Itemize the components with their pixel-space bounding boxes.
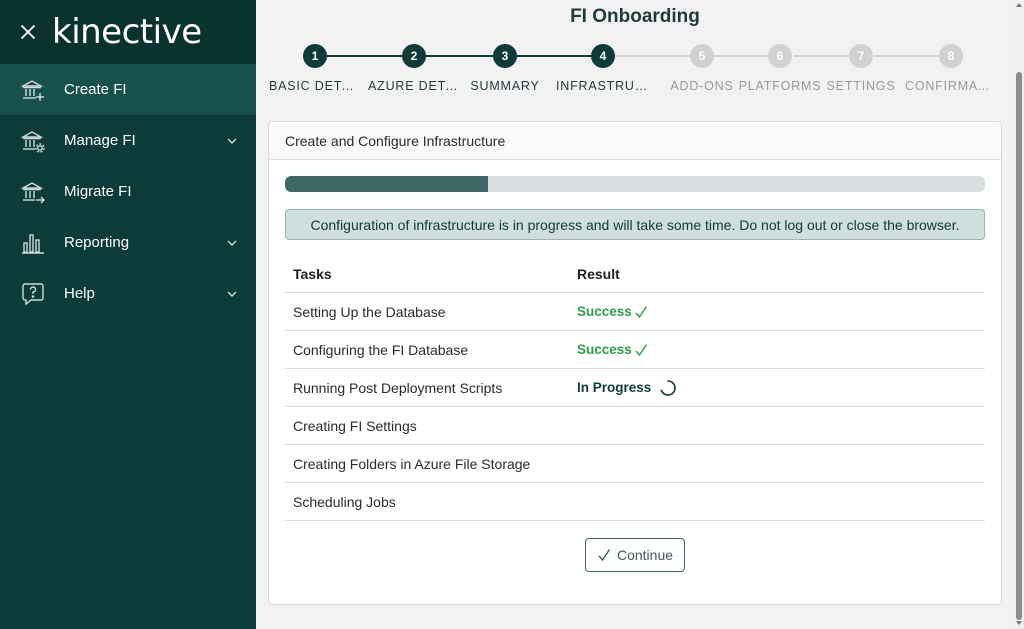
- spinner-icon: [659, 379, 677, 397]
- step-label: SUMMARY: [470, 79, 540, 93]
- step-azure-details[interactable]: 2 AZURE DETAILS: [368, 44, 460, 93]
- chevron-down-icon[interactable]: [226, 287, 238, 299]
- info-alert: Configuration of infrastructure is in pr…: [285, 209, 985, 240]
- progress-bar: [285, 176, 985, 192]
- task-name: Scheduling Jobs: [293, 493, 396, 510]
- step-label: AZURE DETAILS: [368, 79, 460, 93]
- step-connector: [614, 55, 702, 57]
- sidebar-item-label: Help: [64, 285, 95, 302]
- step-summary[interactable]: 3 SUMMARY: [459, 44, 551, 93]
- step-add-ons[interactable]: 5 ADD-ONS: [656, 44, 748, 93]
- main-content: FI Onboarding 1 BASIC DETAILS 2 AZURE DE…: [256, 0, 1014, 629]
- sidebar-item-manage-fi[interactable]: Manage FI: [0, 115, 256, 166]
- table-row: Scheduling Jobs: [285, 483, 985, 521]
- step-number: 2: [402, 44, 426, 68]
- step-number: 4: [591, 44, 615, 68]
- result-text: Success: [577, 342, 632, 357]
- step-number: 5: [690, 44, 714, 68]
- onboarding-stepper: 1 BASIC DETAILS 2 AZURE DETAILS 3 SUMMAR…: [256, 44, 1014, 100]
- checkmark-icon: [634, 305, 648, 319]
- step-label: BASIC DETAILS: [269, 79, 361, 93]
- step-number: 8: [939, 44, 963, 68]
- bar-chart-icon: [20, 230, 46, 256]
- close-icon[interactable]: [18, 22, 38, 42]
- kinective-logo: kinective: [52, 12, 202, 52]
- step-label: PLATFORMS: [738, 79, 822, 93]
- result-text: Success: [577, 304, 632, 319]
- step-settings[interactable]: 7 SETTINGS: [815, 44, 907, 93]
- bank-arrow-icon: [20, 179, 46, 205]
- infrastructure-card: Create and Configure Infrastructure Conf…: [268, 121, 1002, 605]
- continue-button[interactable]: Continue: [585, 538, 685, 572]
- step-label: SETTINGS: [826, 79, 896, 93]
- scroll-up-icon[interactable]: [1016, 3, 1022, 7]
- sidebar-item-label: Manage FI: [64, 132, 136, 149]
- step-connector: [516, 55, 594, 57]
- sidebar-item-label: Reporting: [64, 234, 130, 251]
- sidebar-item-label: Create FI: [64, 81, 127, 98]
- step-infrastructure[interactable]: 4 INFRASTRUCTURE: [556, 44, 650, 93]
- status-badge: In Progress: [577, 379, 677, 397]
- task-name: Configuring the FI Database: [293, 341, 469, 358]
- scroll-down-icon[interactable]: [1016, 621, 1022, 625]
- step-label: CONFIRMATION: [905, 79, 997, 93]
- task-name: Creating Folders in Azure File Storage: [293, 455, 531, 472]
- tasks-table: Tasks Result Setting Up the Database Suc…: [285, 255, 985, 521]
- step-label: INFRASTRUCTURE: [556, 79, 650, 93]
- table-row: Running Post Deployment Scripts In Progr…: [285, 369, 985, 407]
- table-row: Creating FI Settings: [285, 407, 985, 445]
- status-badge: Success: [577, 304, 648, 319]
- bank-gear-icon: [20, 128, 46, 154]
- step-number: 7: [849, 44, 873, 68]
- checkmark-icon: [634, 343, 648, 357]
- chevron-down-icon[interactable]: [226, 236, 238, 248]
- step-confirmation[interactable]: 8 CONFIRMATION: [905, 44, 997, 93]
- step-platforms[interactable]: 6 PLATFORMS: [736, 44, 824, 93]
- table-row: Setting Up the Database Success: [285, 293, 985, 331]
- task-name: Creating FI Settings: [293, 417, 417, 434]
- sidebar-item-help[interactable]: Help: [0, 268, 256, 319]
- step-connector: [326, 55, 414, 57]
- brand-bar: kinective: [0, 0, 256, 64]
- sidebar-item-create-fi[interactable]: Create FI: [0, 64, 256, 115]
- table-row: Creating Folders in Azure File Storage: [285, 445, 985, 483]
- step-number: 6: [768, 44, 792, 68]
- step-number: 3: [493, 44, 517, 68]
- column-header-result: Result: [577, 265, 620, 282]
- step-basic-details[interactable]: 1 BASIC DETAILS: [269, 44, 361, 93]
- task-name: Running Post Deployment Scripts: [293, 379, 503, 396]
- page-scrollbar[interactable]: [1014, 0, 1024, 629]
- step-label: ADD-ONS: [670, 79, 734, 93]
- scrollbar-thumb[interactable]: [1016, 72, 1022, 620]
- sidebar-item-reporting[interactable]: Reporting: [0, 217, 256, 268]
- table-row: Configuring the FI Database Success: [285, 331, 985, 369]
- sidebar-item-label: Migrate FI: [64, 183, 132, 200]
- card-title: Create and Configure Infrastructure: [269, 122, 1001, 160]
- result-text: In Progress: [577, 380, 652, 395]
- help-bubble-icon: [20, 281, 46, 307]
- bank-plus-icon: [20, 77, 46, 103]
- chevron-down-icon[interactable]: [226, 134, 238, 146]
- progress-fill: [285, 176, 488, 192]
- step-number: 1: [303, 44, 327, 68]
- task-name: Setting Up the Database: [293, 303, 446, 320]
- sidebar: kinective Create FI Manage FI Migrate FI…: [0, 0, 256, 629]
- column-header-tasks: Tasks: [293, 265, 332, 282]
- alert-text: Configuration of infrastructure is in pr…: [310, 216, 960, 233]
- status-badge: Success: [577, 342, 648, 357]
- sidebar-item-migrate-fi[interactable]: Migrate FI: [0, 166, 256, 217]
- check-icon: [597, 548, 611, 562]
- table-header: Tasks Result: [285, 255, 985, 293]
- page-title: FI Onboarding: [570, 6, 700, 27]
- continue-label: Continue: [616, 547, 674, 563]
